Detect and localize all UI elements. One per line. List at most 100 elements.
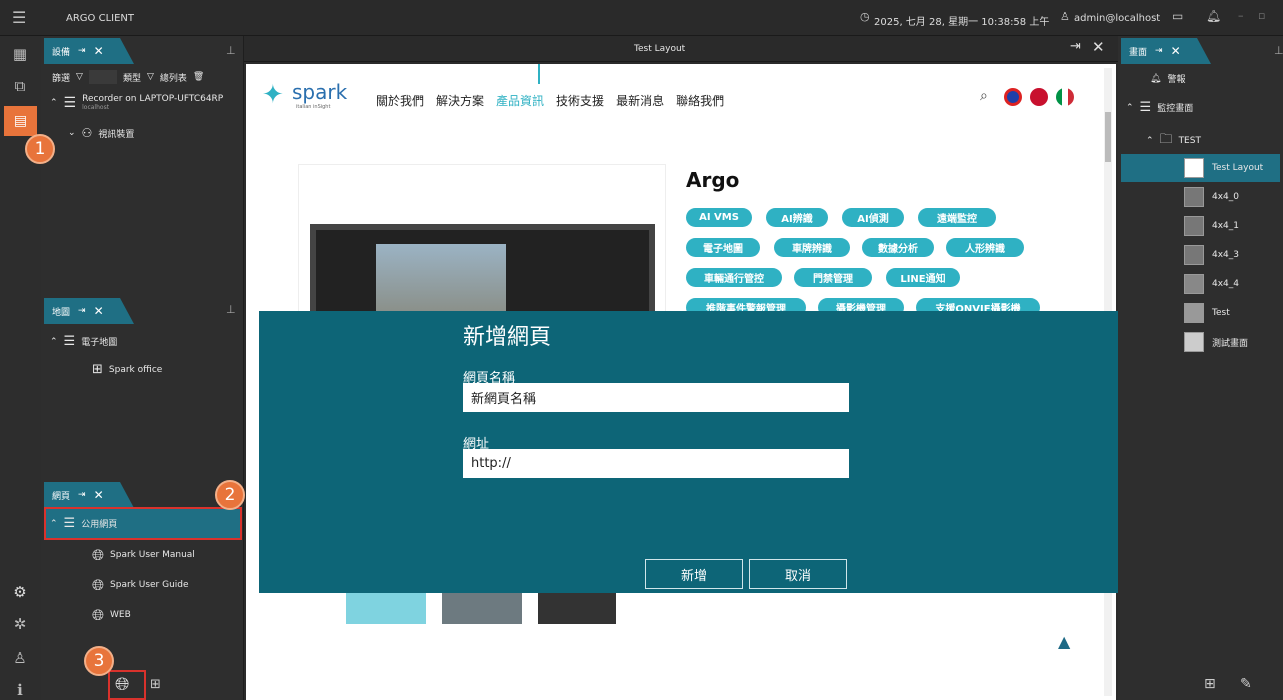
detach-icon[interactable]: ⇥ xyxy=(78,490,86,500)
web-group-label[interactable]: 公用網頁 xyxy=(81,517,117,530)
nav-item[interactable]: 技術支援 xyxy=(556,92,604,109)
add-layout-icon[interactable]: ⊞ xyxy=(1204,676,1216,692)
collapse-chevron-icon[interactable]: ⌃ xyxy=(50,337,58,347)
feature-chip[interactable]: 電子地圖 xyxy=(686,238,760,257)
close-icon[interactable]: ✕ xyxy=(1171,44,1181,58)
trash-icon[interactable]: 🗑︎ xyxy=(193,72,204,82)
feature-chip[interactable]: LINE通知 xyxy=(886,268,960,287)
recorder-host: localhost xyxy=(82,104,110,111)
web-pages-icon[interactable]: ▤ xyxy=(4,106,37,136)
flag-taiwan-icon[interactable] xyxy=(1004,88,1022,106)
list-label: 總列表 xyxy=(159,73,187,84)
cancel-button[interactable]: 取消 xyxy=(749,559,847,589)
expand-chevron-icon[interactable]: ⌄ xyxy=(68,128,76,138)
layout-item[interactable]: 4x4_3 xyxy=(1212,250,1239,260)
close-icon[interactable]: ✕ xyxy=(94,304,104,318)
layout-item[interactable]: Test xyxy=(1212,308,1230,318)
layout-item[interactable]: 4x4_4 xyxy=(1212,279,1239,289)
tools-icon[interactable]: ✲ xyxy=(10,614,30,634)
title-bar: ☰ ARGO CLIENT ◷ 2025, 七月 28, 星期一 10:38:5… xyxy=(0,0,1283,36)
folder-label[interactable]: TEST xyxy=(1179,136,1201,146)
layouts-icon[interactable]: ⧉ xyxy=(10,76,30,96)
restore-icon[interactable]: ▫ xyxy=(1258,9,1265,22)
feature-chip[interactable]: 數據分析 xyxy=(862,238,934,257)
feature-chip[interactable]: 車牌辨識 xyxy=(774,238,850,257)
add-button[interactable]: 新增 xyxy=(645,559,743,589)
tab-web-label: 網頁 xyxy=(52,491,71,502)
recorder-icon: ☰ xyxy=(63,94,77,111)
web-item[interactable]: Spark User Guide xyxy=(110,580,189,590)
detach-icon[interactable]: ⇥ xyxy=(78,46,86,56)
close-icon[interactable]: ✕ xyxy=(94,488,104,502)
step-badge-1: 1 xyxy=(25,134,55,164)
detach-icon[interactable]: ⇥ xyxy=(1070,39,1081,54)
collapse-chevron-icon[interactable]: ⌃ xyxy=(50,519,58,529)
alarm-label[interactable]: 警報 xyxy=(1167,72,1185,85)
dialog-title: 新增網頁 xyxy=(463,325,552,350)
site-search-icon[interactable]: ⌕ xyxy=(980,88,988,104)
close-icon[interactable]: ✕ xyxy=(94,44,104,58)
scroll-top-icon[interactable]: ▲ xyxy=(1058,632,1070,651)
detach-icon[interactable]: ⇥ xyxy=(78,306,86,316)
layout-item[interactable]: 測試畫面 xyxy=(1212,336,1248,349)
tab-views[interactable]: 畫面 ⇥ ✕ xyxy=(1121,38,1211,64)
camera-icon: ⚇ xyxy=(81,126,93,140)
feature-chip[interactable]: AI VMS xyxy=(686,208,752,227)
map-group-label[interactable]: 電子地圖 xyxy=(81,335,117,348)
layout-item[interactable]: 4x4_0 xyxy=(1212,192,1239,202)
feature-chip[interactable]: 遠端監控 xyxy=(918,208,996,227)
feature-chip[interactable]: AI辨識 xyxy=(766,208,828,227)
layout-item[interactable]: 4x4_1 xyxy=(1212,221,1239,231)
nav-item-active[interactable]: 產品資訊 xyxy=(496,92,544,109)
type-filter-icon[interactable]: ▽ xyxy=(147,72,154,82)
site-logo[interactable]: spark xyxy=(292,80,347,104)
web-item[interactable]: Spark User Manual xyxy=(110,550,195,560)
nav-item[interactable]: 最新消息 xyxy=(616,92,664,109)
flag-uk-icon[interactable] xyxy=(1030,88,1048,106)
add-web-page-icon[interactable]: 🌐︎ xyxy=(115,674,129,695)
webpage-name-input[interactable]: 新網頁名稱 xyxy=(463,383,849,412)
pin-icon[interactable]: ⊥ xyxy=(1274,44,1283,57)
nav-item[interactable]: 聯絡我們 xyxy=(676,92,724,109)
map-item-label[interactable]: Spark office xyxy=(109,365,162,375)
tab-map[interactable]: 地圖 ⇥ ✕ xyxy=(44,298,134,324)
settings-icon[interactable]: ⚙ xyxy=(10,582,30,602)
user-name[interactable]: admin@localhost xyxy=(1074,13,1160,24)
tab-devices[interactable]: 設備 ⇥ ✕ xyxy=(44,38,134,64)
hamburger-menu-icon[interactable]: ☰ xyxy=(12,8,26,27)
bell-icon[interactable]: 🔔︎ xyxy=(1206,9,1221,23)
devices-icon[interactable]: ▦ xyxy=(10,44,30,64)
web-item[interactable]: WEB xyxy=(110,610,131,620)
filter-input[interactable] xyxy=(88,70,117,84)
pin-icon[interactable]: ⊥ xyxy=(226,44,236,57)
filter-icon[interactable]: ▽ xyxy=(76,72,83,82)
account-icon[interactable]: ♙ xyxy=(10,648,30,668)
monitor-label[interactable]: 監控畫面 xyxy=(1157,101,1193,114)
add-folder-icon[interactable]: ⊞ xyxy=(150,677,161,692)
info-icon[interactable]: ℹ xyxy=(10,680,30,700)
message-icon[interactable]: ▭ xyxy=(1172,9,1183,23)
feature-chip[interactable]: 人形辨識 xyxy=(946,238,1024,257)
feature-chip[interactable]: 門禁管理 xyxy=(794,268,872,287)
detach-icon[interactable]: ⇥ xyxy=(1155,46,1163,56)
feature-chip[interactable]: 車輛通行管控 xyxy=(686,268,782,287)
nav-item[interactable]: 解決方案 xyxy=(436,92,484,109)
collapse-chevron-icon[interactable]: ⌃ xyxy=(1146,136,1154,146)
collapse-chevron-icon[interactable]: ⌃ xyxy=(1126,103,1134,113)
edit-layout-icon[interactable]: ✎ xyxy=(1240,676,1252,692)
feature-chip[interactable]: AI偵測 xyxy=(842,208,904,227)
minimize-icon[interactable]: – xyxy=(1238,9,1244,22)
tab-web[interactable]: 網頁 ⇥ ✕ xyxy=(44,482,134,508)
video-devices-label[interactable]: 視訊裝置 xyxy=(98,127,134,140)
thumb-image xyxy=(346,592,426,624)
close-icon[interactable]: ✕ xyxy=(1092,38,1105,56)
layout-item[interactable]: Test Layout xyxy=(1212,163,1263,173)
pin-icon[interactable]: ⊥ xyxy=(226,303,236,316)
collapse-chevron-icon[interactable]: ⌃ xyxy=(50,98,58,108)
globe-icon: 🌐︎ xyxy=(92,576,105,594)
flag-italy-icon[interactable] xyxy=(1056,88,1074,106)
step-badge-3: 3 xyxy=(84,646,114,676)
recorder-label[interactable]: Recorder on LAPTOP-UFTC64RP xyxy=(82,94,223,104)
nav-item[interactable]: 關於我們 xyxy=(376,92,424,109)
url-input[interactable]: http:// xyxy=(463,449,849,478)
